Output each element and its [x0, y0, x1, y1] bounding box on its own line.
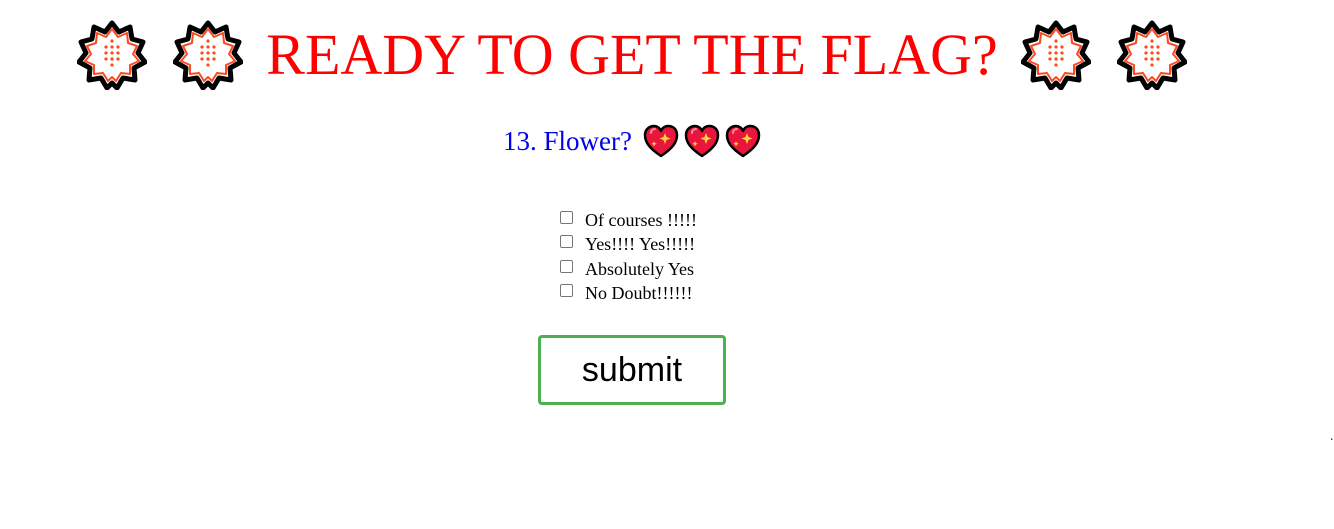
- option-label: Of courses !!!!!: [585, 209, 697, 230]
- option-item[interactable]: No Doubt!!!!!!: [559, 282, 697, 307]
- cherry-blossom-icon: [173, 20, 243, 90]
- sparkling-heart-icon: [725, 124, 761, 158]
- sparkling-heart-icon: [684, 124, 720, 158]
- option-item[interactable]: Yes!!!! Yes!!!!!: [559, 233, 697, 258]
- option-label: Absolutely Yes: [585, 258, 695, 279]
- answer-options: Of courses !!!!! Yes!!!! Yes!!!!! Absolu…: [559, 208, 697, 306]
- option-item[interactable]: Absolutely Yes: [559, 257, 697, 282]
- option-checkbox[interactable]: [560, 210, 573, 224]
- stray-dot: .: [1330, 429, 1334, 444]
- option-label: Yes!!!! Yes!!!!!: [585, 234, 696, 255]
- option-label: No Doubt!!!!!!: [585, 283, 693, 304]
- option-checkbox[interactable]: [560, 284, 573, 298]
- question: 13. Flower?: [0, 124, 1264, 158]
- option-item[interactable]: Of courses !!!!!: [559, 208, 697, 233]
- option-checkbox[interactable]: [560, 235, 573, 249]
- cherry-blossom-icon: [77, 20, 147, 90]
- option-checkbox[interactable]: [560, 259, 573, 273]
- cherry-blossom-icon: [1021, 20, 1091, 90]
- sparkling-heart-icon: [643, 124, 679, 158]
- submit-button[interactable]: submit: [538, 335, 726, 405]
- page-title: READY TO GET THE FLAG?: [266, 22, 998, 87]
- cherry-blossom-icon: [1117, 20, 1187, 90]
- header: READY TO GET THE FLAG?: [0, 20, 1264, 90]
- question-text: 13. Flower?: [503, 125, 632, 156]
